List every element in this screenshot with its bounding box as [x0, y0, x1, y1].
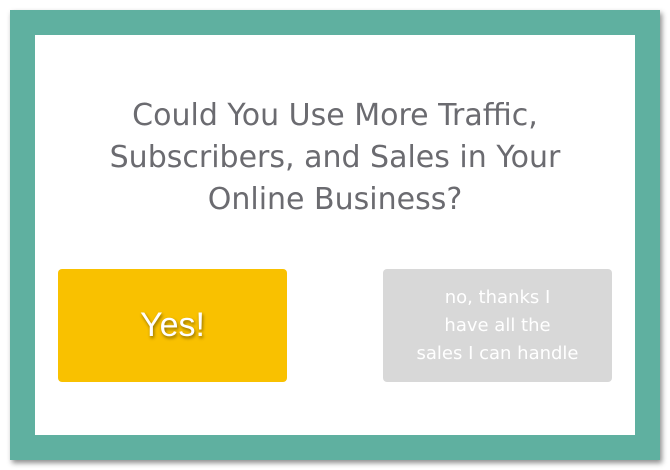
yes-button[interactable]: Yes! — [58, 269, 287, 382]
headline-line-2: Subscribers, and Sales in Your — [109, 140, 561, 175]
no-thanks-line-3: sales I can handle — [416, 342, 579, 364]
no-thanks-button[interactable]: no, thanks I have all the sales I can ha… — [383, 269, 612, 382]
popup-panel: Could You Use More Traffic, Subscribers,… — [35, 35, 635, 435]
headline-line-1: Could You Use More Traffic, — [132, 98, 538, 133]
no-thanks-line-1: no, thanks I — [444, 286, 551, 308]
yes-button-label: Yes! — [140, 306, 205, 344]
popup-headline: Could You Use More Traffic, Subscribers,… — [35, 95, 635, 221]
popup-frame: Could You Use More Traffic, Subscribers,… — [10, 10, 660, 460]
headline-line-3: Online Business? — [207, 182, 463, 217]
no-thanks-button-label: no, thanks I have all the sales I can ha… — [416, 284, 578, 368]
no-thanks-line-2: have all the — [444, 314, 551, 336]
